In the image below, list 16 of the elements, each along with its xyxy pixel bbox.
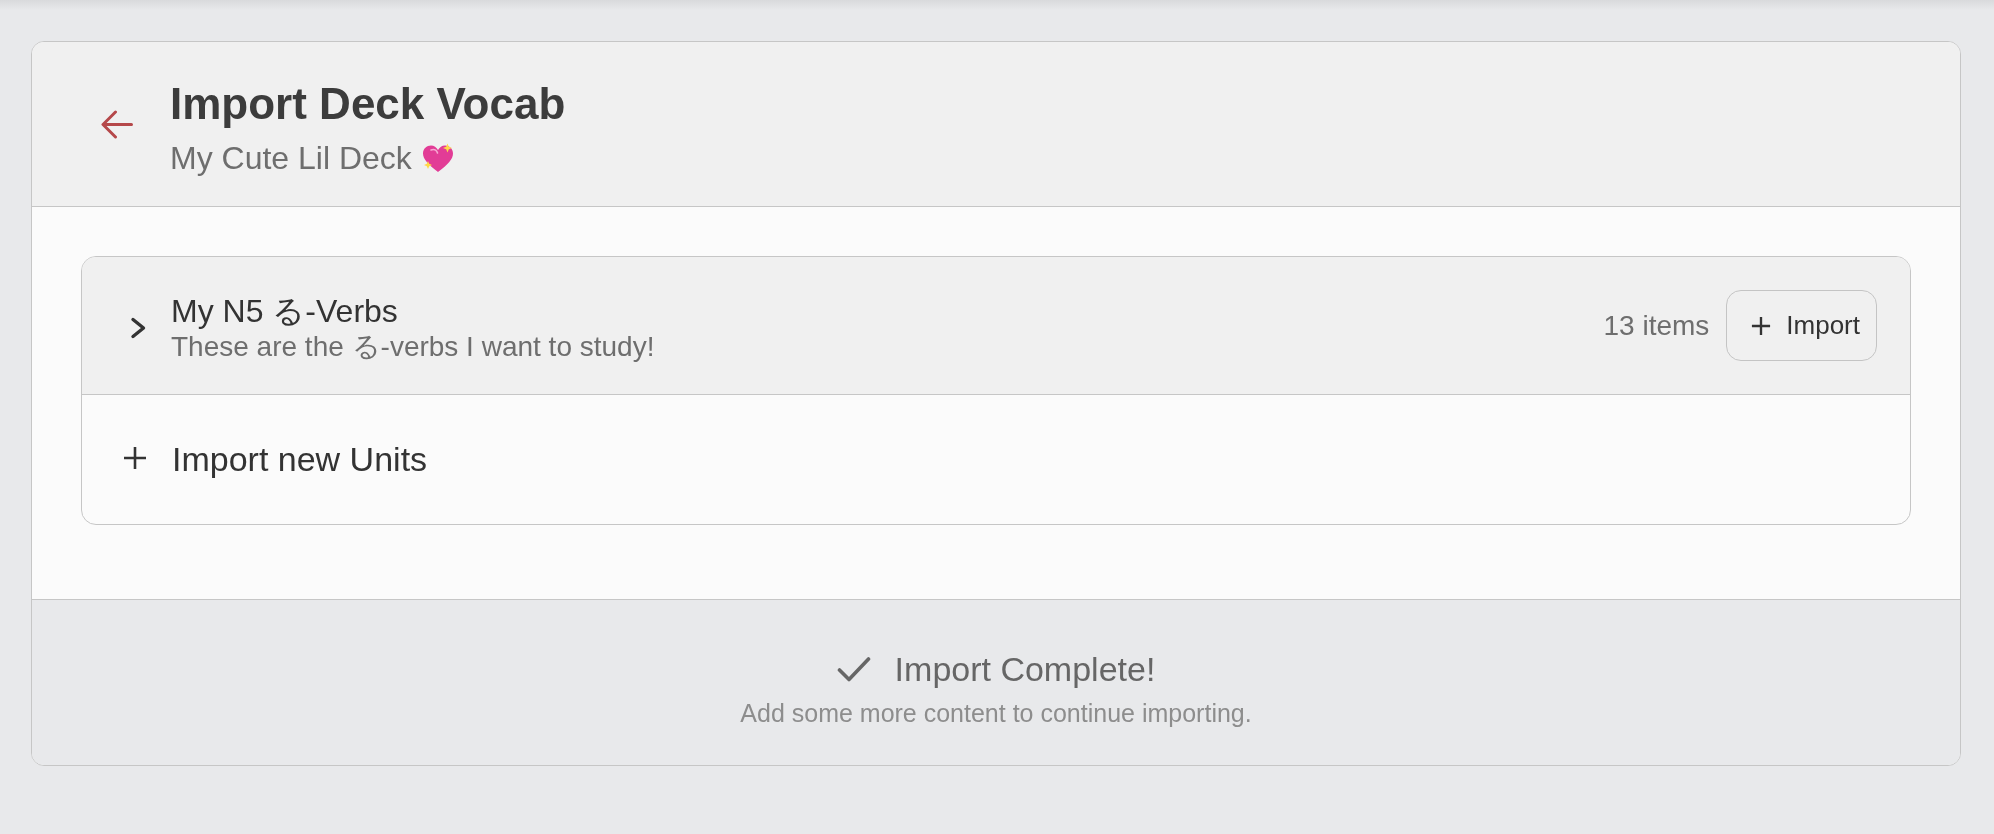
back-arrow-icon (101, 110, 133, 139)
plus-icon (123, 445, 147, 470)
import-units-button[interactable]: Import new Units (82, 395, 1910, 525)
status-hint: Add some more content to continue importing. (740, 698, 1252, 728)
sparkling-heart-icon (421, 143, 454, 173)
deck-name: My Cute Lil Deck (170, 138, 412, 178)
back-button[interactable] (101, 110, 133, 139)
page-title: Import Deck Vocab (170, 78, 566, 130)
item-count: 13 items (1603, 309, 1710, 342)
status-title: Import Complete! (894, 649, 1156, 690)
unit-row[interactable]: My N5 る-Verbs These are the る-verbs I want to study! 13 items Import (82, 257, 1910, 396)
import-button[interactable]: Import (1726, 290, 1877, 362)
plus-icon (1751, 315, 1772, 336)
unit-description: These are the る-verbs I want to study! (171, 329, 655, 364)
unit-title: My N5 る-Verbs (171, 293, 398, 330)
check-icon (836, 656, 871, 684)
